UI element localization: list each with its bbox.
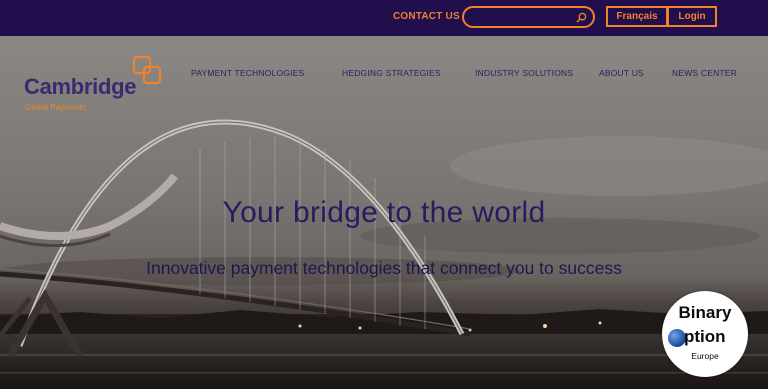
contact-us-link[interactable]: CONTACT US	[393, 11, 460, 22]
login-button[interactable]: Login	[667, 6, 717, 27]
watermark-line3: Europe	[691, 351, 719, 361]
nav-payment-technologies[interactable]: PAYMENT TECHNOLOGIES	[191, 68, 304, 78]
nav-industry-solutions[interactable]: INDUSTRY SOLUTIONS	[475, 68, 573, 78]
language-button[interactable]: Français	[606, 6, 668, 27]
hero-section: Cambridge Global Payments PAYMENT TECHNO…	[0, 36, 768, 389]
watermark-line2: ption	[684, 327, 726, 346]
hero-subline: Innovative payment technologies that con…	[146, 258, 622, 278]
hero-headline: Your bridge to the world	[222, 196, 546, 229]
search-box[interactable]	[462, 6, 595, 28]
brand-logo[interactable]: Cambridge Global Payments	[24, 46, 174, 112]
brand-tagline: Global Payments	[25, 103, 86, 112]
watermark-line1: Binary	[678, 303, 732, 322]
binary-option-europe-watermark: Binary ption Europe	[662, 291, 748, 377]
search-icon[interactable]	[576, 12, 587, 23]
logo-squares-icon	[132, 55, 162, 85]
nav-news-center[interactable]: NEWS CENTER	[672, 68, 737, 78]
search-input[interactable]	[472, 10, 577, 24]
brand-name: Cambridge	[24, 74, 137, 99]
top-bar: CONTACT US Français Login	[0, 0, 768, 36]
nav-hedging-strategies[interactable]: HEDGING STRATEGIES	[342, 68, 441, 78]
nav-about-us[interactable]: ABOUT US	[599, 68, 644, 78]
